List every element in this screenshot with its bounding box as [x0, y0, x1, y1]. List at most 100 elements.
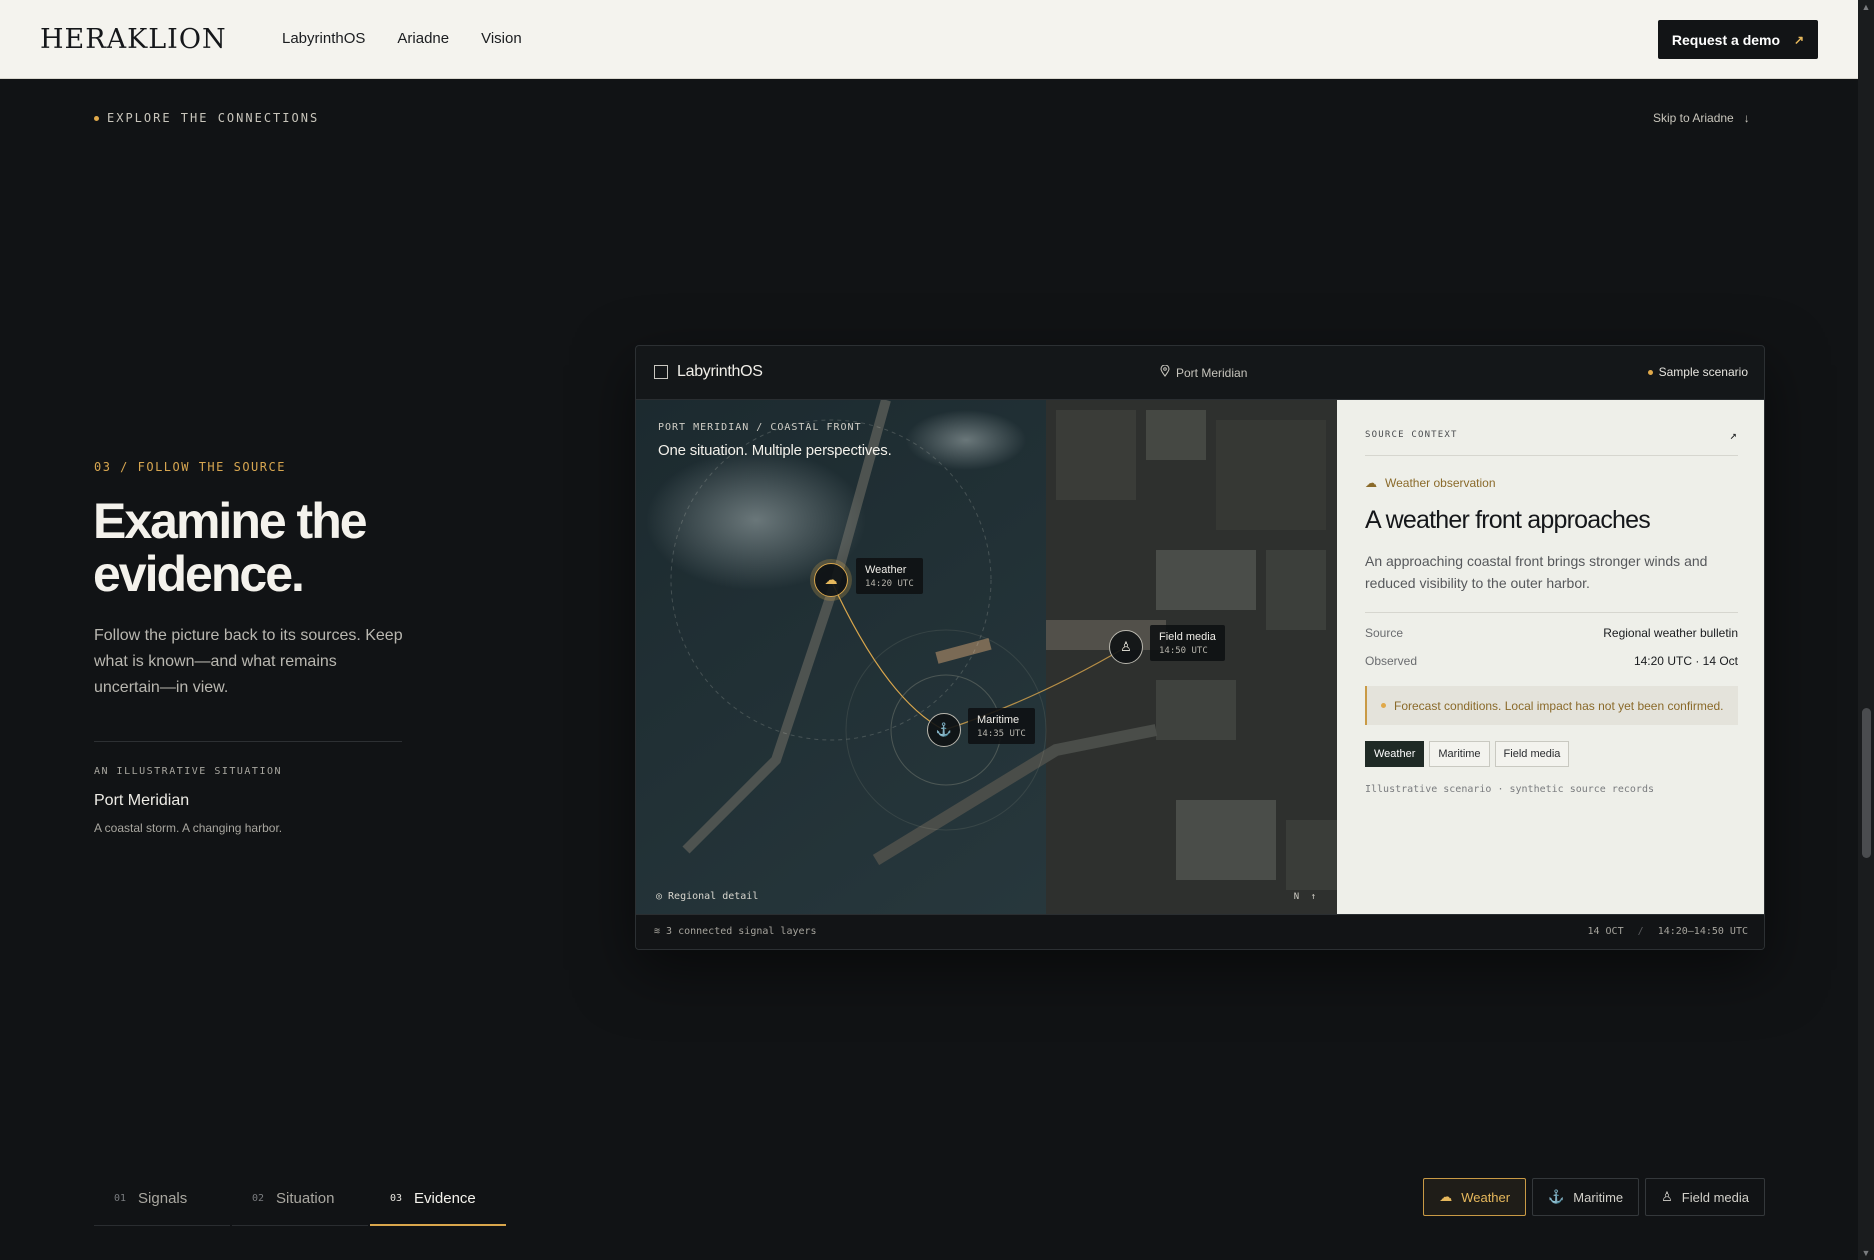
sample-scenario-badge: Sample scenario — [1647, 365, 1748, 379]
tab-number: 03 — [390, 1192, 403, 1204]
scroll-down-arrow-icon[interactable]: ▼ — [1861, 1248, 1871, 1258]
bullet-dot-icon — [94, 115, 99, 121]
tab-label: Signals — [138, 1190, 188, 1207]
app-header: LabyrinthOS Port Meridian Sample scenari… — [636, 346, 1764, 400]
step-tabs: 01 Signals 02 Situation 03 Evidence — [94, 1172, 508, 1226]
skip-label: Skip to Ariadne — [1653, 111, 1734, 125]
scroll-up-arrow-icon[interactable]: ▲ — [1861, 2, 1871, 12]
observation-type: ☁ Weather observation — [1365, 476, 1496, 490]
filter-label: Field media — [1681, 1189, 1749, 1205]
chip-weather[interactable]: Weather — [1365, 741, 1425, 767]
panel-divider — [1365, 612, 1738, 613]
location-label: Port Meridian — [1176, 365, 1248, 380]
observed-row: Observed 14:20 UTC · 14 Oct — [1365, 654, 1738, 668]
layers-icon: ≋ — [654, 926, 661, 937]
weather-node[interactable]: ☁ — [814, 563, 848, 597]
filter-maritime-button[interactable]: ⚓ Maritime — [1532, 1178, 1640, 1216]
map-breadcrumb: PORT MERIDIAN / COASTAL FRONT — [658, 422, 862, 433]
maritime-node[interactable]: ⚓ — [927, 713, 961, 747]
time-range: 14 OCT / 14:20–14:50 UTC — [1587, 926, 1748, 937]
field-media-tag-label: Field media — [1159, 631, 1216, 643]
nav-link-labyrinthos[interactable]: LabyrinthOS — [282, 30, 365, 47]
illustrative-title: Port Meridian — [94, 792, 190, 809]
regional-detail-toggle[interactable]: ◎ Regional detail — [656, 891, 758, 902]
nav-link-ariadne[interactable]: Ariadne — [397, 30, 449, 47]
map-imagery — [636, 400, 1337, 916]
skip-to-ariadne-link[interactable]: Skip to Ariadne ↓ — [1653, 111, 1750, 125]
warning-dot-icon — [1381, 703, 1386, 708]
tab-situation[interactable]: 02 Situation — [232, 1172, 368, 1226]
layers-label: 3 connected signal layers — [666, 926, 817, 937]
ship-icon: ⚓ — [1548, 1189, 1565, 1204]
app-window: LabyrinthOS Port Meridian Sample scenari… — [635, 345, 1765, 950]
chip-field-media[interactable]: Field media — [1494, 741, 1570, 767]
tab-label: Situation — [276, 1190, 335, 1207]
warning-text: Forecast conditions. Local impact has no… — [1394, 698, 1724, 713]
observed-key: Observed — [1365, 654, 1418, 668]
section-lead: Follow the picture back to its sources. … — [94, 627, 403, 696]
regional-label: Regional detail — [668, 891, 759, 902]
app-logo-icon — [654, 365, 668, 379]
filter-weather-button[interactable]: ☁ Weather — [1423, 1178, 1527, 1216]
filter-field-media-button[interactable]: ♙ Field media — [1645, 1178, 1765, 1216]
status-dot-icon — [1647, 369, 1653, 375]
observation-label: Weather observation — [1385, 476, 1496, 490]
panel-description: An approaching coastal front brings stro… — [1365, 553, 1708, 591]
divider — [94, 741, 402, 742]
person-icon: ♙ — [1661, 1189, 1673, 1204]
external-link-icon[interactable]: ↗ — [1730, 428, 1738, 442]
arrow-up-right-icon: ↗ — [1794, 32, 1805, 47]
nav-link-vision[interactable]: Vision — [481, 30, 522, 47]
chip-maritime[interactable]: Maritime — [1429, 741, 1490, 767]
filter-label: Weather — [1461, 1189, 1511, 1205]
ship-icon: ⚓ — [935, 722, 953, 737]
signal-chips: Weather Maritime Field media — [1365, 741, 1570, 767]
panel-title: A weather front approaches — [1365, 506, 1651, 534]
map-view[interactable]: PORT MERIDIAN / COASTAL FRONT One situat… — [636, 400, 1337, 916]
cloud-icon: ☁ — [1365, 476, 1377, 490]
layers-info: ≋ 3 connected signal layers — [654, 926, 817, 937]
forecast-warning: Forecast conditions. Local impact has no… — [1365, 686, 1738, 725]
explore-label: EXPLORE THE CONNECTIONS — [94, 111, 319, 125]
signal-filters: ☁ Weather ⚓ Maritime ♙ Field media — [1423, 1178, 1765, 1216]
scrollbar-thumb[interactable] — [1862, 708, 1871, 858]
map-title: One situation. Multiple perspectives. — [658, 442, 892, 459]
field-media-tag-time: 14:50 UTC — [1159, 646, 1208, 656]
separator: / — [1637, 926, 1644, 937]
maritime-tag-time: 14:35 UTC — [977, 729, 1026, 739]
panel-header: SOURCE CONTEXT ↗ — [1365, 428, 1738, 456]
tab-number: 02 — [252, 1193, 265, 1204]
arrow-down-icon: ↓ — [1743, 111, 1750, 125]
brand-logo[interactable]: HERAKLION — [40, 24, 227, 55]
app-name: LabyrinthOS — [677, 363, 763, 380]
nav-links: LabyrinthOS Ariadne Vision — [282, 30, 522, 47]
tab-signals[interactable]: 01 Signals — [94, 1172, 230, 1226]
field-media-node[interactable]: ♙ — [1109, 630, 1143, 664]
weather-tag: Weather 14:20 UTC — [856, 558, 923, 594]
request-demo-button[interactable]: Request a demo ↗ — [1658, 20, 1818, 59]
source-key: Source — [1365, 626, 1404, 640]
request-demo-label: Request a demo — [1671, 31, 1781, 48]
illustrative-subtitle: A coastal storm. A changing harbor. — [94, 821, 283, 835]
filter-label: Maritime — [1573, 1189, 1624, 1205]
explore-text: EXPLORE THE CONNECTIONS — [107, 111, 320, 125]
cloud-icon: ☁ — [824, 572, 838, 587]
range-label: 14:20–14:50 UTC — [1657, 926, 1748, 937]
weather-tag-time: 14:20 UTC — [865, 579, 914, 589]
illustrative-label: AN ILLUSTRATIVE SITUATION — [94, 766, 283, 777]
cloud-icon: ☁ — [1439, 1189, 1453, 1204]
date-label: 14 OCT — [1587, 926, 1624, 937]
app-location: Port Meridian — [1160, 364, 1248, 380]
section-eyebrow: 03 / FOLLOW THE SOURCE — [94, 460, 286, 474]
maritime-tag-label: Maritime — [977, 714, 1020, 726]
tab-evidence[interactable]: 03 Evidence — [370, 1172, 506, 1226]
observed-value: 14:20 UTC · 14 Oct — [1633, 654, 1738, 668]
tab-label: Evidence — [414, 1189, 476, 1207]
scrollbar[interactable]: ▲ ▼ — [1858, 0, 1874, 1260]
field-media-tag: Field media 14:50 UTC — [1150, 625, 1225, 661]
weather-tag-label: Weather — [865, 564, 907, 576]
person-icon: ♙ — [1120, 639, 1132, 654]
app-status-bar: ≋ 3 connected signal layers 14 OCT / 14:… — [636, 914, 1764, 949]
location-pin-icon — [1160, 364, 1170, 380]
sample-label: Sample scenario — [1658, 365, 1748, 379]
